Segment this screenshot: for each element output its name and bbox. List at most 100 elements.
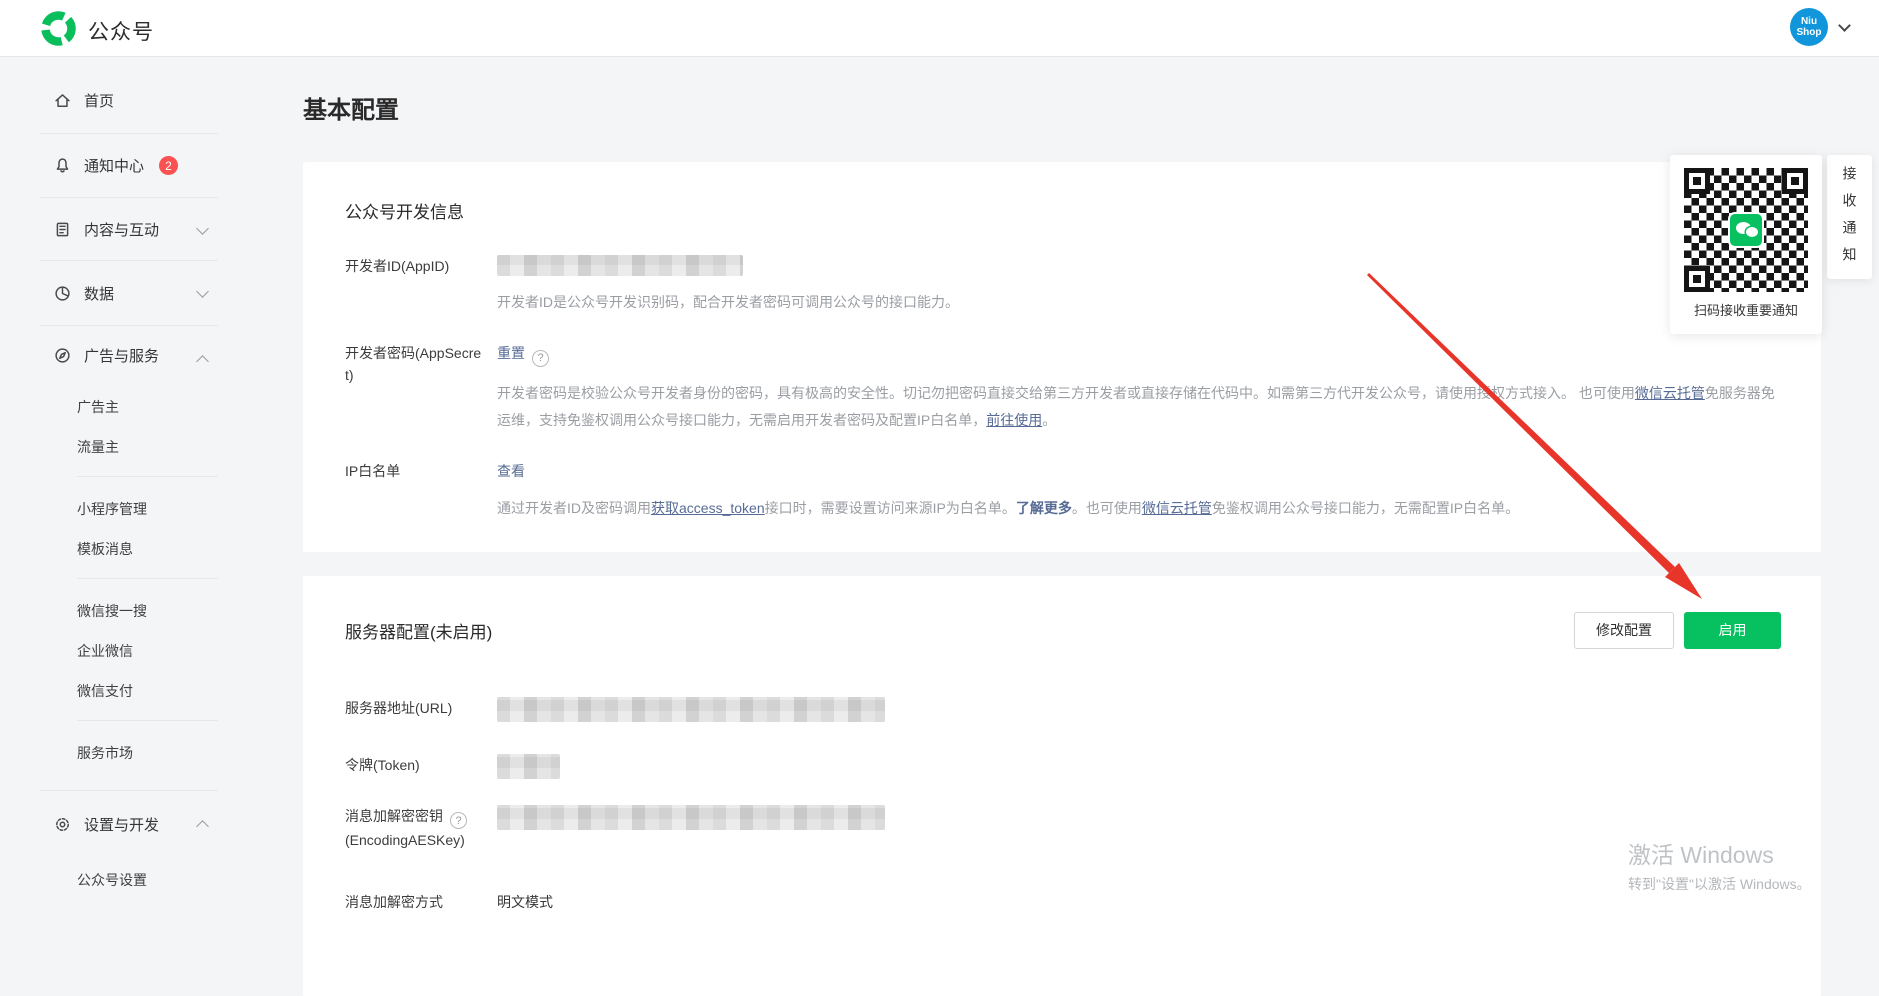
document-icon — [54, 221, 71, 238]
sidebar: 首页 通知中心 2 内容与互动 数据 广告与服务 — [0, 57, 230, 901]
token-label: 令牌(Token) — [345, 754, 497, 779]
avatar-text-line2: Shop — [1797, 27, 1822, 38]
sidebar-item-label: 首页 — [84, 90, 114, 111]
encrypt-mode-row: 消息加解密方式 明文模式 — [345, 891, 1781, 913]
main-content: 基本配置 公众号开发信息 开发者ID(AppID) 开发者ID是公众号开发识别码… — [230, 57, 1879, 901]
avatar[interactable]: Niu Shop — [1790, 8, 1828, 46]
encrypt-mode-label: 消息加解密方式 — [345, 891, 497, 913]
view-link[interactable]: 查看 — [497, 463, 525, 479]
ip-whitelist-label: IP白名单 — [345, 460, 497, 522]
cloud-hosting-link[interactable]: 微信云托管 — [1142, 500, 1212, 516]
sidebar-subgroup-ads: 广告主 流量主 小程序管理 模板消息 微信搜一搜 企业微信 微信支付 服务市场 — [0, 384, 230, 773]
aes-key-label-line1: 消息加解密密钥 — [345, 808, 443, 824]
sidebar-item-label: 数据 — [84, 283, 114, 304]
gear-icon — [54, 816, 71, 833]
chevron-up-icon — [196, 355, 209, 368]
go-use-link[interactable]: 前往使用 — [986, 412, 1042, 428]
ip-desc-text: 。也可使用 — [1072, 500, 1142, 516]
home-icon — [54, 92, 71, 109]
brand-title: 公众号 — [88, 16, 154, 46]
pie-chart-icon — [54, 285, 71, 302]
server-config-header: 服务器配置(未启用) 修改配置 启用 — [345, 612, 1781, 649]
receive-notification-tab[interactable]: 接收通知 — [1827, 155, 1872, 279]
sidebar-subgroup-settings: 公众号设置 — [0, 857, 230, 900]
help-icon[interactable]: ? — [450, 812, 467, 829]
appsecret-label: 开发者密码(AppSecret) — [345, 342, 497, 434]
appid-description: 开发者ID是公众号开发识别码，配合开发者密码可调用公众号的接口能力。 — [497, 289, 1781, 316]
chevron-down-icon — [196, 285, 209, 298]
cloud-hosting-link[interactable]: 微信云托管 — [1635, 385, 1705, 401]
sidebar-item-label: 内容与互动 — [84, 219, 159, 240]
qr-finder-icon — [1684, 168, 1710, 194]
learn-more-link[interactable]: 了解更多 — [1016, 500, 1072, 516]
appsecret-row: 开发者密码(AppSecret) 重置? 开发者密码是校验公众号开发者身份的密码… — [345, 342, 1781, 434]
server-url-row: 服务器地址(URL) — [345, 697, 1781, 722]
encrypt-mode-value: 明文模式 — [497, 891, 1781, 913]
aes-key-label: 消息加解密密钥? (EncodingAESKey) — [345, 805, 497, 852]
page-title: 基本配置 — [303, 90, 1879, 125]
ip-desc-text: 免鉴权调用公众号接口能力，无需配置IP白名单。 — [1212, 500, 1519, 516]
qr-finder-icon — [1684, 266, 1710, 292]
aes-key-row: 消息加解密密钥? (EncodingAESKey) — [345, 805, 1781, 852]
appsecret-desc-text: 开发者密码是校验公众号开发者身份的密码，具有极高的安全性。切记勿把密码直接交给第… — [497, 385, 1635, 401]
chevron-up-icon — [196, 820, 209, 833]
aes-key-label-line2: (EncodingAESKey) — [345, 832, 465, 848]
ip-desc-text: 通过开发者ID及密码调用 — [497, 500, 651, 516]
ip-whitelist-description: 通过开发者ID及密码调用获取access_token接口时，需要设置访问来源IP… — [497, 495, 1781, 522]
developer-info-card: 公众号开发信息 开发者ID(AppID) 开发者ID是公众号开发识别码，配合开发… — [303, 162, 1821, 552]
notification-qr-panel: 扫码接收重要通知 — [1670, 155, 1822, 334]
sidebar-item-traffic[interactable]: 流量主 — [0, 427, 230, 467]
qr-finder-icon — [1782, 168, 1808, 194]
notification-badge: 2 — [159, 156, 178, 175]
help-icon[interactable]: ? — [532, 350, 549, 367]
bell-icon — [54, 157, 71, 174]
avatar-text-line1: Niu — [1801, 16, 1817, 27]
sidebar-item-service-market[interactable]: 服务市场 — [0, 733, 230, 773]
qr-caption: 扫码接收重要通知 — [1670, 300, 1822, 319]
sidebar-item-label: 设置与开发 — [84, 814, 159, 835]
appsecret-description: 开发者密码是校验公众号开发者身份的密码，具有极高的安全性。切记勿把密码直接交给第… — [497, 380, 1781, 434]
sidebar-item-wechat-pay[interactable]: 微信支付 — [0, 671, 230, 711]
reset-link[interactable]: 重置 — [497, 345, 525, 361]
access-token-link[interactable]: 获取access_token — [651, 500, 765, 516]
sidebar-item-template-msg[interactable]: 模板消息 — [0, 529, 230, 569]
appid-label: 开发者ID(AppID) — [345, 255, 497, 316]
sidebar-item-settings[interactable]: 设置与开发 — [0, 791, 230, 857]
sidebar-item-ads[interactable]: 广告与服务 — [0, 326, 230, 384]
brand: 公众号 — [40, 10, 154, 52]
top-header: 公众号 Niu Shop — [0, 0, 1879, 57]
chevron-down-icon — [1838, 19, 1851, 32]
sidebar-item-wecom[interactable]: 企业微信 — [0, 631, 230, 671]
ip-desc-text: 接口时，需要设置访问来源IP为白名单。 — [765, 500, 1016, 516]
modify-config-button[interactable]: 修改配置 — [1574, 612, 1674, 649]
appid-redacted-value — [497, 255, 743, 276]
ip-whitelist-row: IP白名单 查看 通过开发者ID及密码调用获取access_token接口时，需… — [345, 460, 1781, 522]
sidebar-item-content[interactable]: 内容与互动 — [0, 198, 230, 260]
sidebar-item-wechat-search[interactable]: 微信搜一搜 — [0, 591, 230, 631]
sidebar-item-home[interactable]: 首页 — [0, 67, 230, 133]
appid-row: 开发者ID(AppID) 开发者ID是公众号开发识别码，配合开发者密码可调用公众… — [345, 255, 1781, 316]
wechat-logo-icon — [1728, 212, 1764, 248]
section-title-dev-info: 公众号开发信息 — [345, 198, 1781, 223]
aes-key-redacted-value — [497, 805, 885, 830]
appsecret-desc-text: 。 — [1042, 412, 1056, 428]
sidebar-item-account-settings[interactable]: 公众号设置 — [0, 860, 230, 900]
token-redacted-value — [497, 754, 560, 779]
token-row: 令牌(Token) — [345, 754, 1781, 779]
server-url-label: 服务器地址(URL) — [345, 697, 497, 722]
sidebar-item-notifications[interactable]: 通知中心 2 — [0, 134, 230, 197]
sidebar-item-data[interactable]: 数据 — [0, 261, 230, 325]
enable-button[interactable]: 启用 — [1684, 612, 1781, 649]
qr-code — [1684, 168, 1808, 292]
sidebar-item-label: 广告与服务 — [84, 345, 159, 366]
wechat-official-logo-icon — [40, 10, 77, 52]
account-menu[interactable]: Niu Shop — [1790, 8, 1849, 46]
section-title-server-config: 服务器配置(未启用) — [345, 618, 1574, 643]
sidebar-item-advertiser[interactable]: 广告主 — [0, 387, 230, 427]
compass-icon — [54, 347, 71, 364]
chevron-down-icon — [196, 222, 209, 235]
sidebar-item-miniprogram[interactable]: 小程序管理 — [0, 489, 230, 529]
receive-notification-tab-label: 接收通知 — [1840, 160, 1860, 274]
server-url-redacted-value — [497, 697, 885, 722]
server-config-card: 服务器配置(未启用) 修改配置 启用 服务器地址(URL) 令牌(Token) … — [303, 576, 1821, 996]
